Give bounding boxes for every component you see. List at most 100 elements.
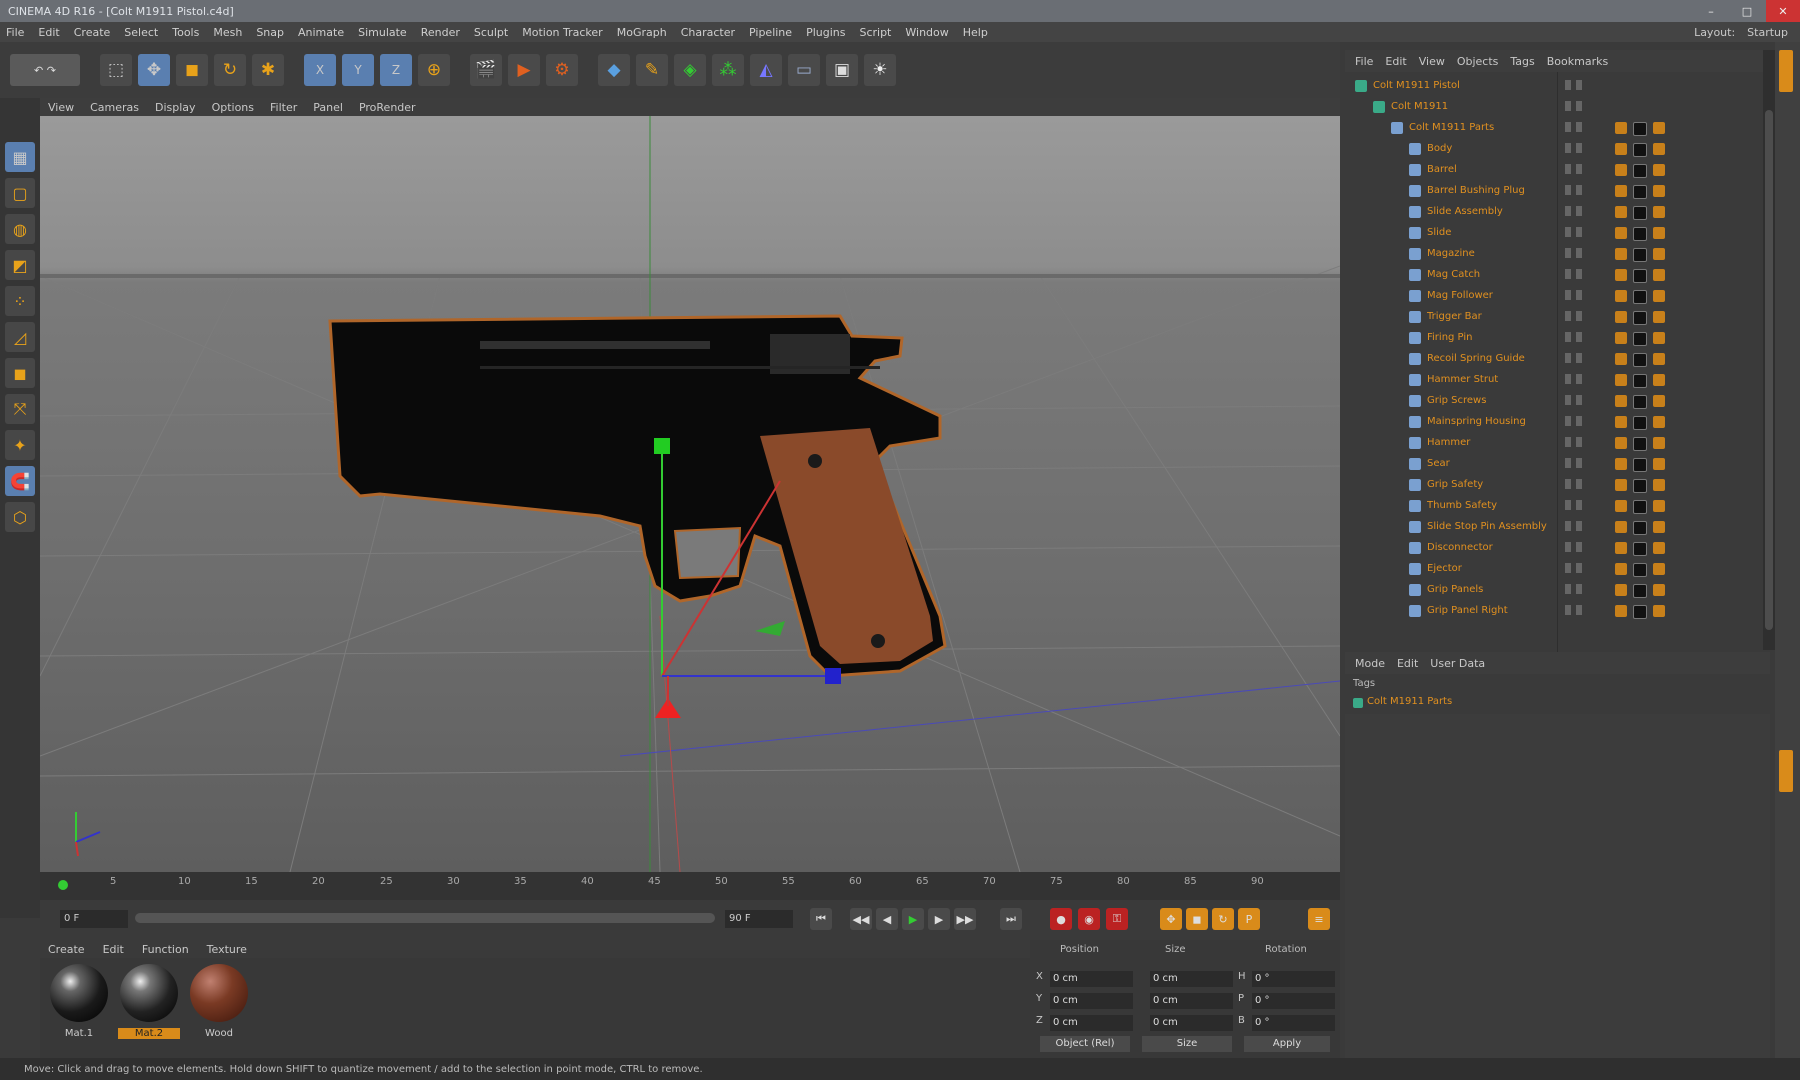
object-row[interactable]: Grip Screws bbox=[1345, 391, 1770, 412]
object-row[interactable]: Barrel bbox=[1345, 160, 1770, 181]
objmgr-menu-edit[interactable]: Edit bbox=[1385, 55, 1406, 68]
menu-snap[interactable]: Snap bbox=[256, 26, 284, 39]
prev-frame-icon[interactable]: ◀ bbox=[876, 908, 898, 930]
play-icon[interactable]: ▶ bbox=[902, 908, 924, 930]
selection-tag-icon[interactable] bbox=[1653, 269, 1665, 281]
object-tags[interactable] bbox=[1615, 500, 1665, 514]
autokey-icon[interactable]: ◉ bbox=[1078, 908, 1100, 930]
z-axis-lock[interactable]: Z bbox=[380, 54, 412, 86]
axis-mode-icon[interactable]: ⤧ bbox=[5, 394, 35, 424]
selection-tag-icon[interactable] bbox=[1653, 416, 1665, 428]
material-menu-function[interactable]: Function bbox=[142, 943, 189, 956]
visibility-flags[interactable] bbox=[1565, 542, 1582, 552]
selection-tag-icon[interactable] bbox=[1653, 542, 1665, 554]
phong-tag-icon[interactable] bbox=[1615, 395, 1627, 407]
goto-end-icon[interactable]: ⏭ bbox=[1000, 908, 1022, 930]
menu-plugins[interactable]: Plugins bbox=[806, 26, 845, 39]
subdivision-icon[interactable]: ◈ bbox=[674, 54, 706, 86]
texture-tag-icon[interactable] bbox=[1633, 500, 1647, 514]
floor-icon[interactable]: ▭ bbox=[788, 54, 820, 86]
material-item[interactable]: Mat.2 bbox=[118, 964, 180, 1052]
phong-tag-icon[interactable] bbox=[1615, 143, 1627, 155]
texture-tag-icon[interactable] bbox=[1633, 353, 1647, 367]
object-name[interactable]: Slide Stop Pin Assembly bbox=[1427, 521, 1547, 532]
visibility-flags[interactable] bbox=[1565, 395, 1582, 405]
object-row[interactable]: Mag Catch bbox=[1345, 265, 1770, 286]
object-name[interactable]: Sear bbox=[1427, 458, 1450, 469]
object-tags[interactable] bbox=[1615, 164, 1665, 178]
object-tags[interactable] bbox=[1615, 542, 1665, 556]
rotation-h-field[interactable]: 0 ° bbox=[1252, 971, 1335, 987]
texture-tag-icon[interactable] bbox=[1633, 248, 1647, 262]
phong-tag-icon[interactable] bbox=[1615, 584, 1627, 596]
minimize-button[interactable]: – bbox=[1694, 0, 1728, 22]
viewport-menu-panel[interactable]: Panel bbox=[313, 101, 343, 114]
object-row[interactable]: Trigger Bar bbox=[1345, 307, 1770, 328]
menu-help[interactable]: Help bbox=[963, 26, 988, 39]
menu-edit[interactable]: Edit bbox=[38, 26, 59, 39]
object-name[interactable]: Slide bbox=[1427, 227, 1451, 238]
visibility-flags[interactable] bbox=[1565, 143, 1582, 153]
object-row[interactable]: Recoil Spring Guide bbox=[1345, 349, 1770, 370]
visibility-flags[interactable] bbox=[1565, 605, 1582, 615]
visibility-flags[interactable] bbox=[1565, 479, 1582, 489]
render-view-icon[interactable]: 🎬 bbox=[470, 54, 502, 86]
object-row[interactable]: Slide bbox=[1345, 223, 1770, 244]
object-row[interactable]: Colt M1911 bbox=[1345, 97, 1770, 118]
object-row[interactable]: Slide Stop Pin Assembly bbox=[1345, 517, 1770, 538]
visibility-flags[interactable] bbox=[1565, 563, 1582, 573]
selection-tag-icon[interactable] bbox=[1653, 227, 1665, 239]
camera-icon[interactable]: ▣ bbox=[826, 54, 858, 86]
texture-mode-icon[interactable]: ◍ bbox=[5, 214, 35, 244]
selection-tag-icon[interactable] bbox=[1653, 122, 1665, 134]
coord-mode-dropdown[interactable]: Object (Rel) bbox=[1040, 1036, 1130, 1052]
rotation-b-field[interactable]: 0 ° bbox=[1252, 1015, 1335, 1031]
selection-tag-icon[interactable] bbox=[1653, 521, 1665, 533]
object-name[interactable]: Disconnector bbox=[1427, 542, 1493, 553]
material-menu-edit[interactable]: Edit bbox=[103, 943, 124, 956]
visibility-flags[interactable] bbox=[1565, 80, 1582, 90]
material-item[interactable]: Mat.1 bbox=[48, 964, 110, 1052]
object-tags[interactable] bbox=[1615, 479, 1665, 493]
objmgr-menu-file[interactable]: File bbox=[1355, 55, 1373, 68]
texture-tag-icon[interactable] bbox=[1633, 437, 1647, 451]
visibility-flags[interactable] bbox=[1565, 353, 1582, 363]
phong-tag-icon[interactable] bbox=[1615, 122, 1627, 134]
phong-tag-icon[interactable] bbox=[1615, 521, 1627, 533]
visibility-flags[interactable] bbox=[1565, 164, 1582, 174]
objmgr-menu-view[interactable]: View bbox=[1419, 55, 1445, 68]
object-row[interactable]: Barrel Bushing Plug bbox=[1345, 181, 1770, 202]
x-axis-lock[interactable]: X bbox=[304, 54, 336, 86]
phong-tag-icon[interactable] bbox=[1615, 479, 1627, 491]
menu-mograph[interactable]: MoGraph bbox=[617, 26, 667, 39]
attr-menu-mode[interactable]: Mode bbox=[1355, 657, 1385, 670]
object-name[interactable]: Colt M1911 bbox=[1391, 101, 1448, 112]
menu-mesh[interactable]: Mesh bbox=[213, 26, 242, 39]
visibility-flags[interactable] bbox=[1565, 521, 1582, 531]
edges-mode-icon[interactable]: ◿ bbox=[5, 322, 35, 352]
object-tags[interactable] bbox=[1615, 332, 1665, 346]
phong-tag-icon[interactable] bbox=[1615, 563, 1627, 575]
visibility-flags[interactable] bbox=[1565, 290, 1582, 300]
object-row[interactable]: Colt M1911 Parts bbox=[1345, 118, 1770, 139]
phong-tag-icon[interactable] bbox=[1615, 374, 1627, 386]
object-tags[interactable] bbox=[1615, 143, 1665, 157]
selection-tag-icon[interactable] bbox=[1653, 185, 1665, 197]
texture-tag-icon[interactable] bbox=[1633, 227, 1647, 241]
menu-motion-tracker[interactable]: Motion Tracker bbox=[522, 26, 602, 39]
object-name[interactable]: Recoil Spring Guide bbox=[1427, 353, 1525, 364]
object-tags[interactable] bbox=[1615, 227, 1665, 241]
attributes-tab[interactable] bbox=[1779, 750, 1793, 792]
next-key-icon[interactable]: ▶▶ bbox=[954, 908, 976, 930]
undo-redo-button[interactable]: ↶ ↷ bbox=[10, 54, 80, 86]
objmgr-menu-objects[interactable]: Objects bbox=[1457, 55, 1499, 68]
attr-menu-edit[interactable]: Edit bbox=[1397, 657, 1418, 670]
texture-tag-icon[interactable] bbox=[1633, 584, 1647, 598]
phong-tag-icon[interactable] bbox=[1615, 332, 1627, 344]
object-tags[interactable] bbox=[1615, 563, 1665, 577]
viewport-menu-options[interactable]: Options bbox=[212, 101, 254, 114]
param-key-icon[interactable]: P bbox=[1238, 908, 1260, 930]
visibility-flags[interactable] bbox=[1565, 332, 1582, 342]
perspective-viewport[interactable] bbox=[40, 116, 1340, 872]
array-icon[interactable]: ⁂ bbox=[712, 54, 744, 86]
